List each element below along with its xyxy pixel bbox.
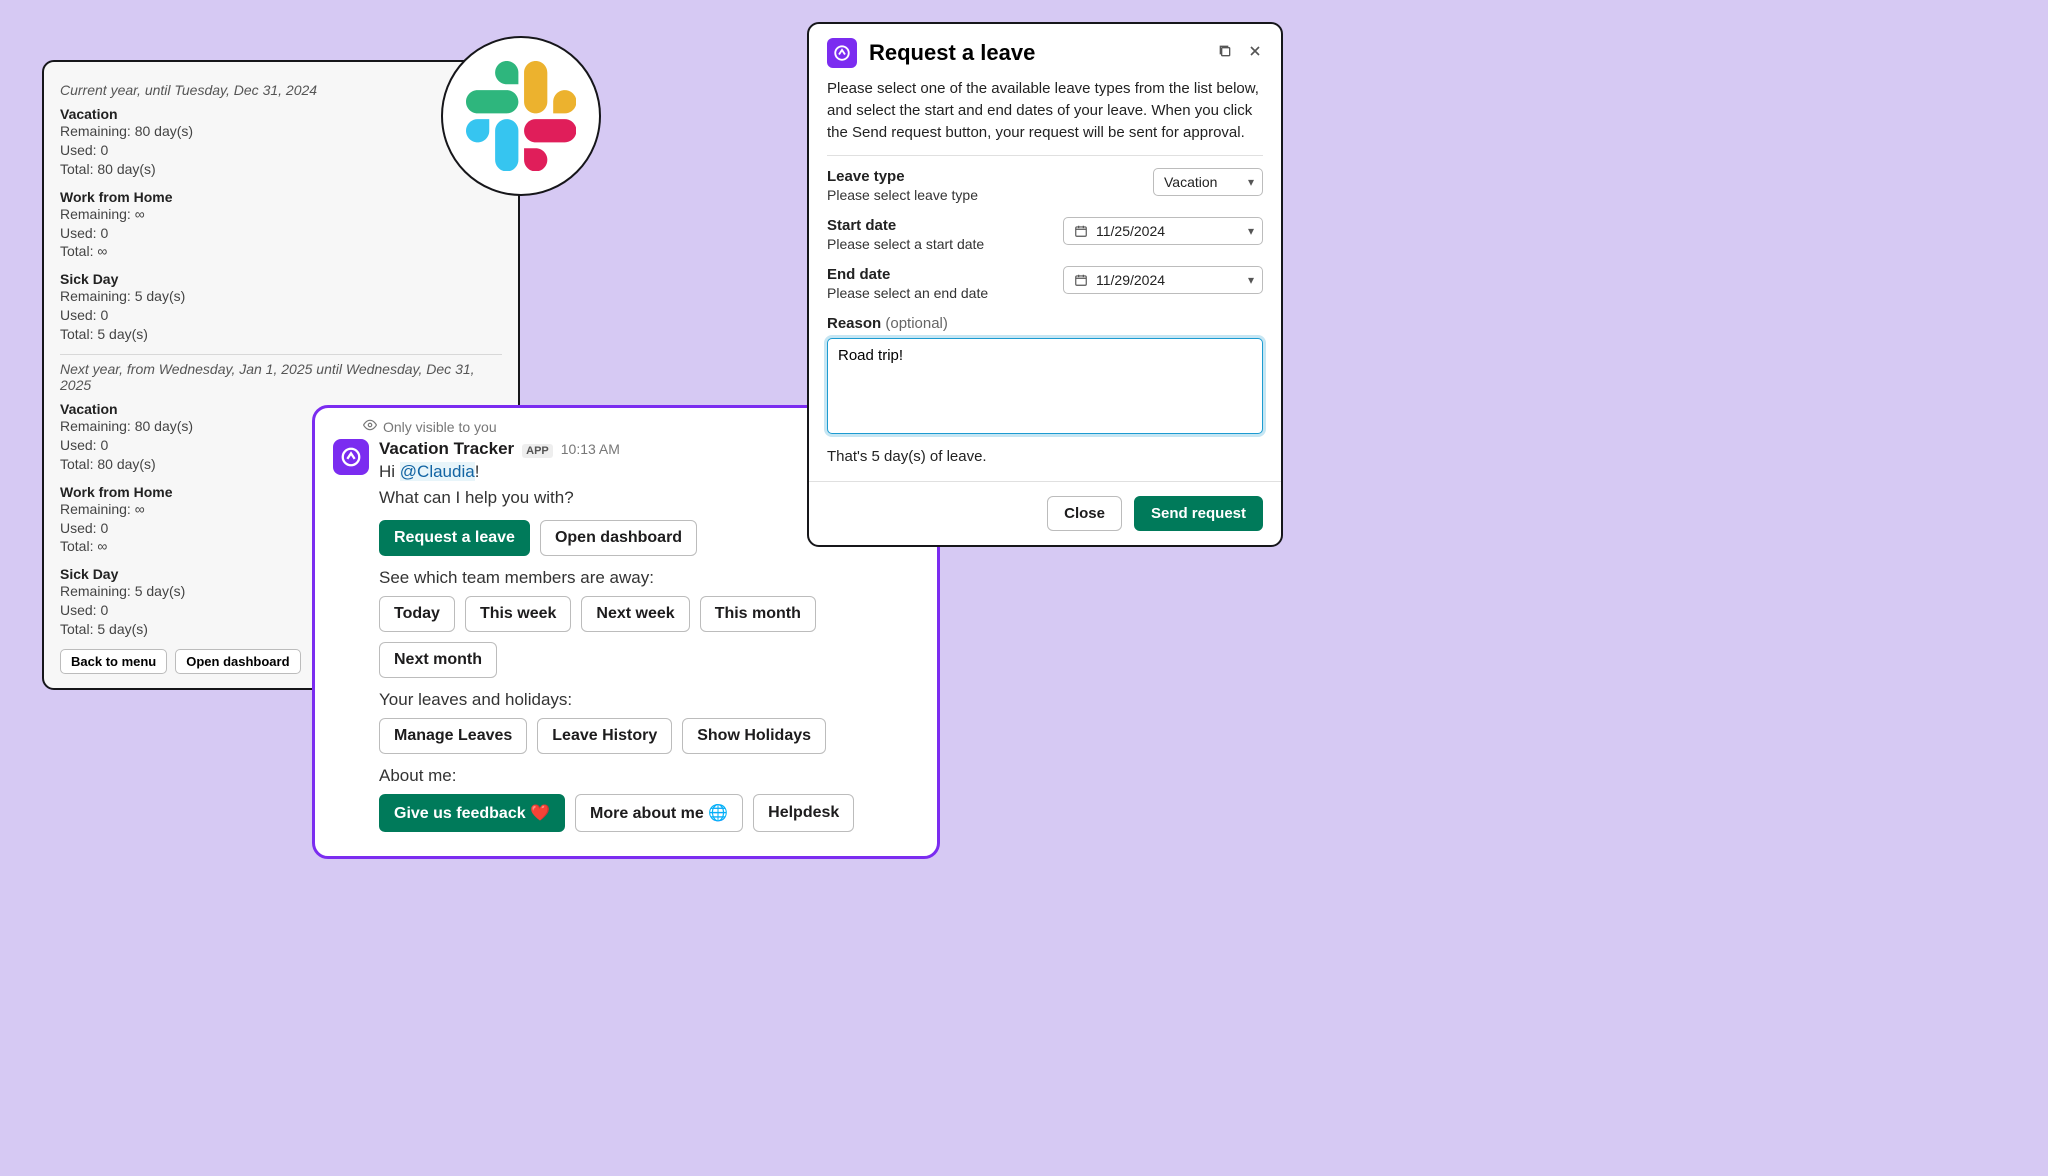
next-month-button[interactable]: Next month — [379, 642, 497, 678]
leave-type-select[interactable]: Vacation — [1153, 168, 1263, 196]
modal-title: Request a leave — [869, 40, 1205, 66]
stat-total: Total: 5 day(s) — [60, 325, 502, 344]
leave-type-name: Sick Day — [60, 271, 502, 287]
this-week-button[interactable]: This week — [465, 596, 571, 632]
back-to-menu-button[interactable]: Back to menu — [60, 649, 167, 674]
visibility-text: Only visible to you — [383, 419, 497, 435]
current-period-label: Current year, until Tuesday, Dec 31, 202… — [60, 82, 502, 98]
next-week-button[interactable]: Next week — [581, 596, 689, 632]
start-date-picker[interactable]: 11/25/2024 — [1063, 217, 1263, 245]
start-date-hint: Please select a start date — [827, 236, 1043, 252]
days-summary: That's 5 day(s) of leave. — [827, 448, 1263, 465]
manage-leaves-button[interactable]: Manage Leaves — [379, 718, 527, 754]
about-section-label: About me: — [379, 766, 919, 786]
reason-label: Reason — [827, 315, 881, 332]
stat-used: Used: 0 — [60, 141, 502, 160]
send-request-button[interactable]: Send request — [1134, 496, 1263, 531]
reason-textarea[interactable] — [827, 338, 1263, 434]
close-icon[interactable] — [1247, 43, 1263, 64]
stat-remaining: Remaining: 5 day(s) — [60, 287, 502, 306]
eye-icon — [363, 418, 377, 435]
leave-type-name: Vacation — [60, 106, 502, 122]
more-about-button[interactable]: More about me 🌐 — [575, 794, 743, 832]
feedback-button[interactable]: Give us feedback ❤️ — [379, 794, 565, 832]
stat-used: Used: 0 — [60, 224, 502, 243]
leave-type-label: Leave type — [827, 168, 1133, 185]
leaves-section-label: Your leaves and holidays: — [379, 690, 919, 710]
end-date-hint: Please select an end date — [827, 285, 1043, 301]
app-icon — [827, 38, 857, 68]
slack-logo-icon — [441, 36, 601, 196]
leave-type-name: Work from Home — [60, 189, 502, 205]
open-dashboard-button[interactable]: Open dashboard — [175, 649, 300, 674]
this-month-button[interactable]: This month — [700, 596, 816, 632]
reason-optional: (optional) — [881, 315, 948, 332]
modal-intro: Please select one of the available leave… — [827, 78, 1263, 143]
show-holidays-button[interactable]: Show Holidays — [682, 718, 826, 754]
leave-type-block: Work from Home Remaining: ∞ Used: 0 Tota… — [60, 189, 502, 262]
end-date-picker[interactable]: 11/29/2024 — [1063, 266, 1263, 294]
today-button[interactable]: Today — [379, 596, 455, 632]
close-button[interactable]: Close — [1047, 496, 1122, 531]
away-section-label: See which team members are away: — [379, 568, 919, 588]
stat-total: Total: ∞ — [60, 242, 502, 261]
divider — [60, 354, 502, 355]
stat-remaining: Remaining: ∞ — [60, 205, 502, 224]
request-leave-button[interactable]: Request a leave — [379, 520, 530, 556]
message-time: 10:13 AM — [561, 441, 620, 457]
calendar-icon — [1074, 224, 1088, 238]
app-badge: APP — [522, 444, 553, 458]
start-date-label: Start date — [827, 217, 1043, 234]
request-leave-modal: Request a leave Please select one of the… — [807, 22, 1283, 547]
bot-avatar-icon — [333, 439, 369, 475]
bot-name: Vacation Tracker — [379, 439, 514, 459]
user-mention[interactable]: @Claudia — [400, 462, 475, 481]
stat-used: Used: 0 — [60, 306, 502, 325]
divider — [827, 155, 1263, 156]
popout-icon[interactable] — [1217, 43, 1233, 64]
stat-remaining: Remaining: 80 day(s) — [60, 122, 502, 141]
stat-total: Total: 80 day(s) — [60, 160, 502, 179]
helpdesk-button[interactable]: Helpdesk — [753, 794, 854, 832]
calendar-icon — [1074, 273, 1088, 287]
open-dashboard-button[interactable]: Open dashboard — [540, 520, 697, 556]
next-period-label: Next year, from Wednesday, Jan 1, 2025 u… — [60, 361, 502, 393]
leave-history-button[interactable]: Leave History — [537, 718, 672, 754]
end-date-label: End date — [827, 266, 1043, 283]
leave-type-block: Vacation Remaining: 80 day(s) Used: 0 To… — [60, 106, 502, 179]
leave-type-hint: Please select leave type — [827, 187, 1133, 203]
leave-type-block: Sick Day Remaining: 5 day(s) Used: 0 Tot… — [60, 271, 502, 344]
